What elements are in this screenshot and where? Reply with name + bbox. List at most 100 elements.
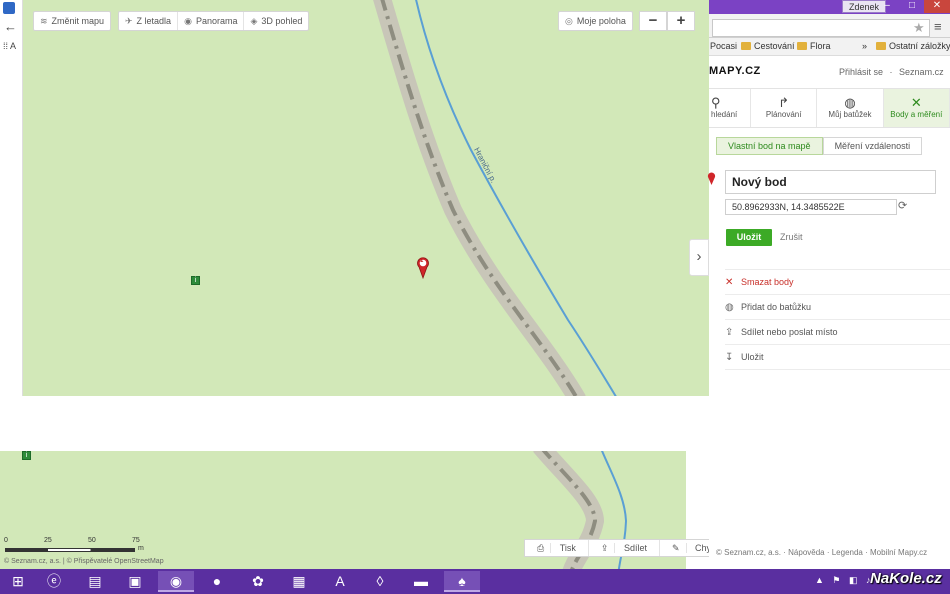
tab-search[interactable]: ⚲ hledání xyxy=(709,89,751,127)
paint-icon[interactable]: ✿ xyxy=(240,571,276,592)
tab-label: Můj batůžek xyxy=(828,110,872,119)
download-icon: ↧ xyxy=(725,352,734,363)
bookmark-star-icon[interactable]: ★ xyxy=(913,20,925,36)
subtabs: Vlastní bod na mapě Měření vzdálenosti xyxy=(716,137,923,155)
file-explorer-icon[interactable]: ▤ xyxy=(77,571,113,592)
apps-label: A xyxy=(10,41,17,51)
login-link[interactable]: Přihlásit se xyxy=(839,67,883,77)
point-marker-icon xyxy=(707,172,716,185)
start-windows-icon[interactable]: ⊞ xyxy=(0,571,36,592)
scale-label: 75 xyxy=(132,537,140,544)
panel-tabs: ⚲ hledání ↱ Plánování ◍ Můj batůžek ✕ Body a… xyxy=(709,88,950,128)
document-icon[interactable]: ▬ xyxy=(403,571,439,592)
notes-icon[interactable]: ◊ xyxy=(362,571,398,592)
bookmark-label: Flora xyxy=(810,41,831,51)
close-icon[interactable]: ✕ xyxy=(924,0,950,13)
subtab-custom-point[interactable]: Vlastní bod na mapě xyxy=(716,137,823,155)
mapy-logo[interactable]: MAPY.CZ xyxy=(709,65,761,77)
watermark-logo: NaKole.cz xyxy=(870,570,942,587)
media-player-icon[interactable]: ● xyxy=(199,571,235,592)
cancel-link[interactable]: Zrušit xyxy=(780,232,803,242)
search-icon: ⚲ xyxy=(711,95,721,110)
aerial-button[interactable]: ✈ Z letadla xyxy=(119,12,179,30)
plane-icon: ✈ xyxy=(125,16,133,26)
print-label: Tisk xyxy=(559,543,576,553)
view-3d-button[interactable]: ◈ 3D pohled xyxy=(244,12,308,30)
store-icon[interactable]: ▣ xyxy=(117,571,153,592)
add-to-backpack-action[interactable]: ◍ Přidat do batůžku xyxy=(725,294,950,319)
info-poi-icon[interactable]: i xyxy=(22,451,31,460)
calculator-icon[interactable]: ▦ xyxy=(281,571,317,592)
seznam-link[interactable]: Seznam.cz xyxy=(899,67,944,77)
address-bar[interactable] xyxy=(712,19,930,37)
panorama-label: Panorama xyxy=(195,16,238,26)
subtab-measure-distance[interactable]: Měření vzdálenosti xyxy=(822,137,923,155)
system-tray-icons[interactable]: ▲ ⚑ ◧ ♪ xyxy=(815,575,873,586)
marker-number: 1 xyxy=(420,258,424,264)
bookmark-pocasi[interactable]: Pocasi xyxy=(710,41,737,51)
chrome-icon[interactable]: ◉ xyxy=(158,571,194,592)
print-button[interactable]: ⎙ Tisk xyxy=(525,540,589,556)
pencil-icon: ✎ xyxy=(665,543,687,553)
bookmark-label: Ostatní záložky xyxy=(889,41,950,51)
panorama-button[interactable]: ◉ Panorama xyxy=(178,12,245,30)
solitaire-icon[interactable]: ♠ xyxy=(444,571,480,592)
tab-backpack[interactable]: ◍ Můj batůžek xyxy=(817,89,884,127)
share-button[interactable]: ⇪ Sdílet xyxy=(589,540,660,556)
back-arrow-icon[interactable]: ← xyxy=(4,19,17,34)
share-place-action[interactable]: ⇪ Sdílet nebo poslat místo xyxy=(725,319,950,344)
print-icon: ⎙ xyxy=(531,543,552,553)
my-location-label: Moje poloha xyxy=(576,16,626,26)
internet-explorer-icon[interactable]: ⓔ xyxy=(36,571,72,592)
tab-favicon-icon[interactable] xyxy=(3,2,15,14)
action-label: Uložit xyxy=(741,352,764,362)
share-icon: ⇪ xyxy=(725,327,734,338)
delete-x-icon: ✕ xyxy=(725,277,734,288)
login-area: Přihlásit se · Seznam.cz xyxy=(839,67,944,77)
scale-label: 0 xyxy=(4,537,8,544)
bookmark-flora[interactable]: Flora xyxy=(797,41,831,51)
panel-toggle-chevron-icon[interactable]: › xyxy=(689,239,709,276)
tab-label: Body a měření xyxy=(890,110,943,119)
maximize-icon[interactable]: □ xyxy=(899,0,925,13)
tab-label: hledání xyxy=(711,110,738,119)
scale-label: 25 xyxy=(44,537,52,544)
apps-shortcut[interactable]: ⁞⁞ A xyxy=(3,41,16,51)
tab-points-measure[interactable]: ✕ Body a měření xyxy=(883,89,950,127)
aerial-label: Z letadla xyxy=(136,16,172,26)
my-location-button[interactable]: ◎ Moje poloha xyxy=(558,11,633,31)
change-map-button[interactable]: ≋ Změnit mapu xyxy=(33,11,112,31)
separator-dot: · xyxy=(889,67,893,77)
zoom-out-button[interactable]: − xyxy=(639,11,667,31)
map-canvas[interactable]: Hraniční p. i 1 ≋ Změnit mapu ✈ Z letadla ◉… xyxy=(23,0,709,396)
bookmark-cestovani[interactable]: Cestování xyxy=(741,41,795,51)
eye-icon: ◉ xyxy=(184,16,192,26)
minimize-icon[interactable]: – xyxy=(874,0,900,13)
view-3d-label: 3D pohled xyxy=(261,16,303,26)
action-label: Přidat do batůžku xyxy=(741,302,812,312)
point-name-input[interactable]: Nový bod xyxy=(725,170,936,194)
save-action[interactable]: ↧ Uložit xyxy=(725,344,950,369)
bookmarks-bar: Pocasi Cestování Flora » Ostatní záložky xyxy=(700,38,950,56)
zoom-in-button[interactable]: + xyxy=(667,11,695,31)
folder-icon xyxy=(741,42,751,50)
save-button[interactable]: Uložit xyxy=(726,229,772,246)
tab-label: Plánování xyxy=(765,110,802,119)
action-label: Sdílet nebo poslat místo xyxy=(741,327,838,337)
bookmark-other[interactable]: Ostatní záložky xyxy=(876,41,950,51)
delete-points-action[interactable]: ✕ Smazat body xyxy=(725,269,950,294)
info-poi-icon[interactable]: i xyxy=(191,276,200,285)
font-viewer-icon[interactable]: A xyxy=(322,571,358,592)
tab-planning[interactable]: ↱ Plánování xyxy=(751,89,818,127)
coordinates-input[interactable]: 50.8962933N, 14.3485522E xyxy=(725,199,897,215)
point-actions: ✕ Smazat body ◍ Přidat do batůžku ⇪ Sdílet … xyxy=(725,269,950,370)
browser-menu-icon[interactable]: ≡ xyxy=(934,19,942,34)
route-icon: ↱ xyxy=(778,95,790,110)
bookmarks-overflow[interactable]: » xyxy=(862,41,867,51)
map-marker[interactable]: 1 xyxy=(416,257,430,282)
map-copyright[interactable]: © Seznam.cz, a.s. | © Přispěvatelé OpenS… xyxy=(4,558,164,565)
scale-unit: m xyxy=(138,545,144,552)
left-browser-edge: ← ⁞⁞ A xyxy=(0,0,23,396)
layers-icon: ≋ xyxy=(40,16,48,26)
refresh-icon[interactable]: ⟳ xyxy=(898,199,907,212)
